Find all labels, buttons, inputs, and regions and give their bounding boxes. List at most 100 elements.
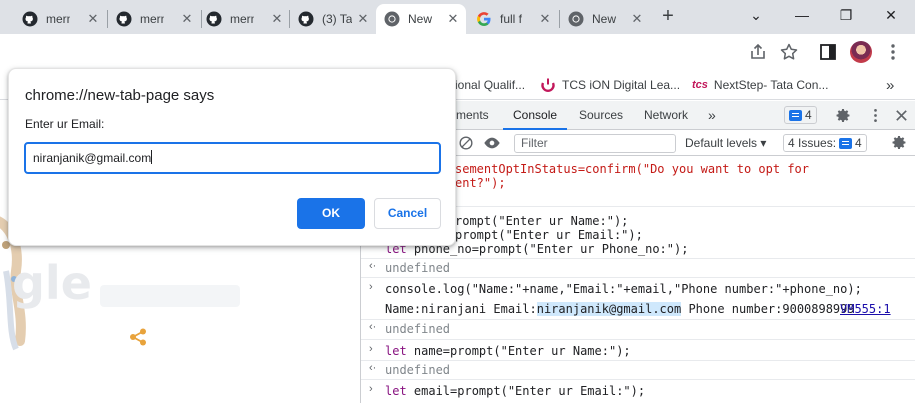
- bookmarks-overflow-icon[interactable]: »: [886, 76, 894, 94]
- tab-network[interactable]: Network: [644, 101, 688, 130]
- console-line: let name=prompt("Enter ur Name:");: [385, 344, 915, 358]
- tcs-ion-icon: [541, 78, 555, 92]
- github-icon: [298, 11, 314, 27]
- menu-kebab-icon[interactable]: [883, 42, 903, 62]
- log-levels-dropdown[interactable]: Default levels ▾: [685, 136, 766, 150]
- issues-badge[interactable]: 4 Issues: 4: [783, 134, 867, 152]
- prompt-chevron-icon: ›: [369, 383, 373, 395]
- close-tab-icon[interactable]: ✕: [86, 12, 100, 26]
- keyword: let: [385, 344, 407, 358]
- browser-tab-3[interactable]: (3) Ta ✕: [290, 4, 376, 34]
- search-hint-bar: [100, 285, 240, 307]
- console-line: rompt("Enter ur Name:");: [455, 214, 629, 228]
- close-tab-icon[interactable]: ✕: [270, 12, 284, 26]
- messages-count: 4: [805, 108, 812, 122]
- settings-gear-icon[interactable]: [835, 107, 852, 124]
- prompt-chevron-icon: ›: [369, 343, 373, 355]
- browser-tab-5[interactable]: full f ✕: [468, 4, 558, 34]
- issues-count: 4: [855, 136, 862, 150]
- console-code: email=prompt("Enter ur Email:");: [406, 384, 646, 398]
- highlighted-email: niranjanik@gmail.com: [536, 302, 682, 316]
- console-code: sementOptInStatus=confirm("Do you want t…: [455, 162, 810, 176]
- tab-strip: mern ✕ mern ✕ mern ✕ (3) Ta ✕ New ✕ full…: [0, 0, 915, 34]
- tab-title: New: [408, 12, 432, 26]
- bookmark-star-icon[interactable]: [779, 42, 799, 62]
- email-prompt-input[interactable]: niranjanik@gmail.com: [24, 142, 441, 174]
- dialog-message: Enter ur Email:: [25, 117, 105, 131]
- browser-tab-1[interactable]: mern ✕: [108, 4, 200, 34]
- log-text: Name:niranjani Email:: [385, 302, 537, 316]
- tab-title: mern: [46, 12, 70, 26]
- clear-console-icon[interactable]: [457, 134, 475, 152]
- close-tab-icon[interactable]: ✕: [538, 12, 552, 26]
- more-tabs-icon[interactable]: »: [708, 101, 716, 130]
- minimize-icon[interactable]: —: [790, 4, 814, 26]
- console-line: ent?");: [455, 176, 506, 190]
- chrome-icon: [384, 11, 400, 27]
- messages-badge[interactable]: 4: [784, 106, 817, 124]
- prompt-chevron-icon: ›: [369, 281, 373, 293]
- console-log-output[interactable]: Name:niranjani Email:niranjanik@gmail.co…: [385, 302, 915, 316]
- bookmark-label: NextStep- Tata Con...: [713, 78, 829, 92]
- source-link-vm555[interactable]: VM555:1: [840, 302, 891, 316]
- bookmark-label: TCS iON Digital Lea...: [562, 78, 681, 92]
- github-icon: [116, 11, 132, 27]
- console-settings-gear-icon[interactable]: [891, 134, 908, 151]
- tab-elements[interactable]: ments: [456, 101, 489, 130]
- browser-toolbar: [0, 34, 915, 70]
- console-line: console.log("Name:"+name,"Email:"+email,…: [385, 282, 862, 296]
- chrome-icon: [568, 11, 584, 27]
- tab-sources[interactable]: Sources: [579, 101, 623, 130]
- tab-console[interactable]: Console: [503, 101, 568, 130]
- issues-icon: [839, 137, 853, 149]
- tab-search-chevron-icon[interactable]: ⌄: [744, 4, 768, 26]
- browser-tab-6[interactable]: New ✕: [560, 4, 650, 34]
- close-tab-icon[interactable]: ✕: [356, 12, 370, 26]
- console-filter-input[interactable]: Filter: [514, 134, 676, 153]
- cancel-button[interactable]: Cancel: [374, 198, 441, 229]
- side-panel-icon[interactable]: [818, 42, 838, 62]
- close-tab-icon[interactable]: ✕: [180, 12, 194, 26]
- doodle-share-icon[interactable]: [128, 327, 148, 347]
- svg-text:gle: gle: [12, 256, 92, 310]
- issues-label: 4 Issues:: [788, 136, 837, 150]
- return-arrow-icon: ‹·: [369, 321, 377, 333]
- console-line: let phone_no=prompt("Enter ur Phone_no:"…: [385, 242, 915, 256]
- close-devtools-icon[interactable]: [894, 108, 909, 123]
- email-input-value: niranjanik@gmail.com: [33, 151, 152, 165]
- tab-title: full f: [500, 12, 523, 26]
- browser-tab-0[interactable]: mern ✕: [14, 4, 106, 34]
- restore-icon[interactable]: ❐: [834, 4, 858, 26]
- bookmark-item-2[interactable]: tcs NextStep- Tata Con...: [692, 76, 828, 94]
- browser-tab-4-active[interactable]: New ✕: [376, 4, 466, 34]
- new-tab-button[interactable]: +: [658, 6, 678, 27]
- keyword: let: [385, 384, 407, 398]
- live-expression-eye-icon[interactable]: [483, 134, 501, 152]
- console-line: sementOptInStatus=confirm("Do you want t…: [455, 162, 915, 176]
- console-result: undefined: [385, 363, 451, 377]
- bookmark-item-0[interactable]: ional Qualif...: [455, 76, 525, 94]
- close-window-icon[interactable]: ✕: [879, 4, 903, 26]
- tab-title: mern: [140, 12, 164, 26]
- message-icon: [789, 109, 802, 121]
- console-result: undefined: [385, 322, 451, 336]
- filter-placeholder: Filter: [521, 136, 548, 150]
- log-text: Phone number:9000898999: [681, 302, 855, 316]
- profile-avatar[interactable]: [850, 41, 872, 63]
- console-code: name=prompt("Enter ur Name:");: [406, 344, 631, 358]
- tcs-logo-icon: tcs: [692, 79, 708, 91]
- return-arrow-icon: ‹·: [369, 362, 377, 374]
- google-icon: [477, 12, 491, 26]
- console-result: undefined: [385, 261, 451, 275]
- dialog-title: chrome://new-tab-page says: [25, 87, 215, 104]
- ok-button[interactable]: OK: [297, 198, 365, 229]
- devtools-kebab-icon[interactable]: [867, 107, 884, 124]
- bookmark-item-1[interactable]: TCS iON Digital Lea...: [540, 76, 680, 94]
- browser-tab-2[interactable]: mern ✕: [198, 4, 290, 34]
- share-icon[interactable]: [748, 42, 768, 62]
- close-tab-icon[interactable]: ✕: [630, 12, 644, 26]
- tab-title: (3) Ta: [322, 12, 352, 26]
- console-line: prompt("Enter ur Email:");: [455, 228, 643, 242]
- bookmark-label: ional Qualif...: [455, 78, 526, 92]
- close-tab-icon[interactable]: ✕: [446, 12, 460, 26]
